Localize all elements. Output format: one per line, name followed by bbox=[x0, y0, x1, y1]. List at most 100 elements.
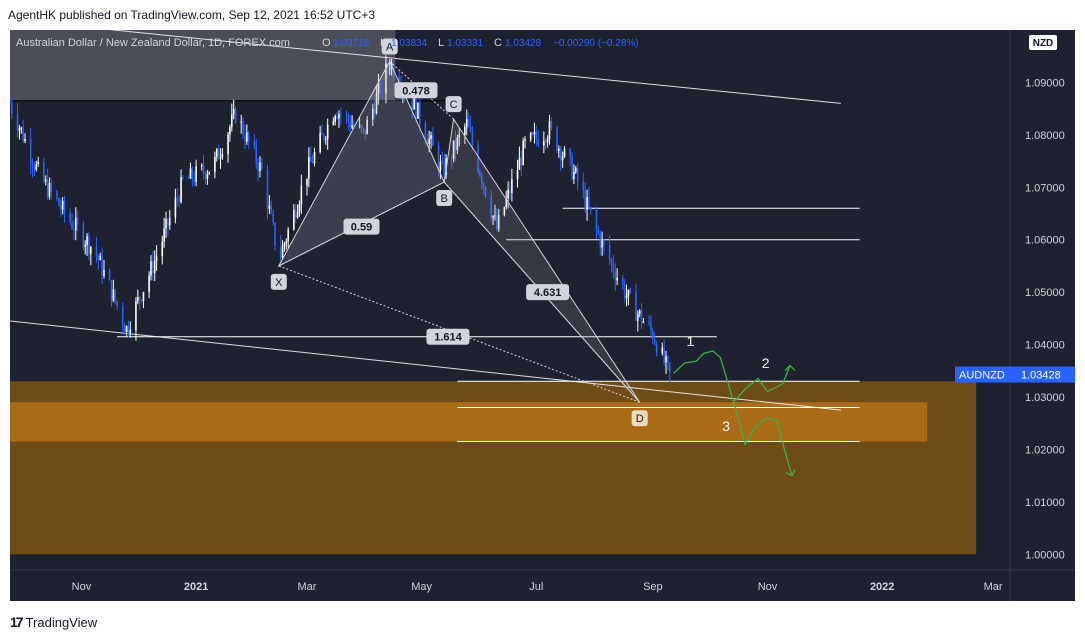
chart-frame[interactable]: 123 X A B C D 0.478 0.59 4.631 1.614 1.00000 1.01… bbox=[10, 30, 1075, 601]
candle-body bbox=[603, 240, 605, 245]
candle-body bbox=[443, 161, 446, 175]
candle-body bbox=[520, 157, 523, 165]
candle-body bbox=[428, 138, 430, 145]
x-tick-label: Jul bbox=[529, 581, 543, 593]
candle-body bbox=[61, 200, 64, 210]
candle-body bbox=[43, 162, 45, 182]
candle-body bbox=[82, 224, 85, 247]
candle-body bbox=[29, 138, 32, 164]
candle-body bbox=[155, 256, 158, 261]
candle-body bbox=[189, 168, 192, 179]
candle-body bbox=[667, 356, 669, 363]
candle-body bbox=[56, 191, 58, 199]
header-bar: AgentHK published on TradingView.com, Se… bbox=[0, 0, 1085, 30]
harmonic-triangle-bcd bbox=[443, 117, 641, 403]
candle-body bbox=[306, 178, 308, 186]
candle-body bbox=[638, 310, 641, 314]
candle-body bbox=[234, 108, 237, 123]
candle-body bbox=[533, 132, 536, 135]
tradingview-logo-text: TradingView bbox=[25, 614, 98, 630]
candle-body bbox=[509, 189, 511, 194]
candle-body bbox=[33, 166, 36, 170]
candle-body bbox=[573, 171, 575, 180]
candle-body bbox=[464, 126, 466, 135]
candle-body bbox=[24, 138, 26, 142]
candle-body bbox=[469, 127, 472, 132]
candle-body bbox=[69, 213, 71, 223]
candle-body bbox=[244, 135, 246, 142]
candle-body bbox=[88, 236, 90, 254]
candle-body bbox=[347, 115, 350, 122]
candle-body bbox=[323, 134, 325, 140]
candle-body bbox=[247, 132, 250, 141]
candle-body bbox=[35, 164, 38, 170]
candle-body bbox=[187, 178, 190, 180]
candle-body bbox=[324, 138, 327, 140]
candle-body bbox=[548, 121, 551, 139]
x-tick-label: 2022 bbox=[870, 581, 894, 593]
candle-body bbox=[71, 222, 73, 229]
y-tick-label: 1.03000 bbox=[1025, 392, 1065, 404]
candle-body bbox=[653, 339, 656, 344]
candle-body bbox=[59, 205, 62, 210]
candle-body bbox=[283, 243, 286, 247]
candle-body bbox=[561, 156, 564, 161]
candle-body bbox=[621, 277, 624, 285]
support-zone-1 bbox=[10, 402, 928, 442]
candle-body bbox=[279, 246, 282, 258]
candle-body bbox=[142, 292, 145, 302]
price-chart[interactable]: 123 XABCD0.4780.594.6311.614 1.000001.01… bbox=[10, 30, 1075, 601]
candle-body bbox=[556, 127, 558, 151]
candle-body bbox=[20, 127, 23, 129]
y-tick-label: 1.09000 bbox=[1025, 77, 1065, 89]
x-tick-label: Sep bbox=[643, 581, 663, 593]
candle-body bbox=[182, 176, 184, 179]
candle-body bbox=[668, 362, 671, 373]
candle-body bbox=[471, 131, 474, 145]
candle-body bbox=[665, 356, 667, 363]
currency-badge: NZD bbox=[1033, 38, 1054, 49]
candle-body bbox=[550, 121, 553, 128]
point-label-x: X bbox=[275, 277, 283, 289]
candle-body bbox=[50, 182, 53, 192]
x-tick-label: Mar bbox=[984, 581, 1003, 593]
candle-body bbox=[167, 218, 169, 226]
legend-low-value: 1.03331 bbox=[447, 38, 484, 49]
point-label-c: C bbox=[450, 99, 458, 111]
candle-body bbox=[338, 113, 340, 119]
candle-body bbox=[58, 198, 60, 206]
tradingview-logo[interactable]: 17 TradingView bbox=[10, 614, 97, 630]
wave-label-3: 3 bbox=[722, 418, 730, 434]
candle-body bbox=[163, 228, 165, 242]
candle-body bbox=[300, 185, 303, 204]
candle-body bbox=[345, 114, 348, 116]
candle-body bbox=[11, 103, 13, 114]
candle-body bbox=[232, 108, 235, 115]
candle-body bbox=[319, 132, 321, 153]
candle-body bbox=[242, 121, 244, 136]
candle-body bbox=[439, 161, 442, 171]
candle-body bbox=[229, 127, 231, 135]
candle-body bbox=[655, 343, 658, 354]
candle-body bbox=[623, 284, 626, 298]
candle-body bbox=[255, 145, 258, 163]
point-label-d: D bbox=[636, 413, 644, 425]
candle-body bbox=[558, 148, 560, 151]
legend-high-label: H bbox=[380, 37, 388, 49]
candle-body bbox=[191, 168, 194, 180]
candle-body bbox=[31, 163, 34, 167]
candle-body bbox=[524, 139, 526, 141]
candle-body bbox=[334, 116, 336, 122]
candle-body bbox=[601, 240, 603, 248]
candle-body bbox=[150, 261, 152, 276]
candle-body bbox=[544, 140, 547, 143]
candle-body bbox=[413, 97, 415, 110]
candle-body bbox=[246, 132, 248, 142]
legend-close-value: 1.03428 bbox=[505, 38, 542, 49]
candle-body bbox=[206, 174, 209, 179]
candle-body bbox=[200, 165, 203, 167]
candle-body bbox=[661, 347, 664, 354]
candle-body bbox=[116, 301, 118, 306]
ratio-label: 0.478 bbox=[402, 85, 430, 97]
y-tick-label: 1.01000 bbox=[1025, 497, 1065, 509]
